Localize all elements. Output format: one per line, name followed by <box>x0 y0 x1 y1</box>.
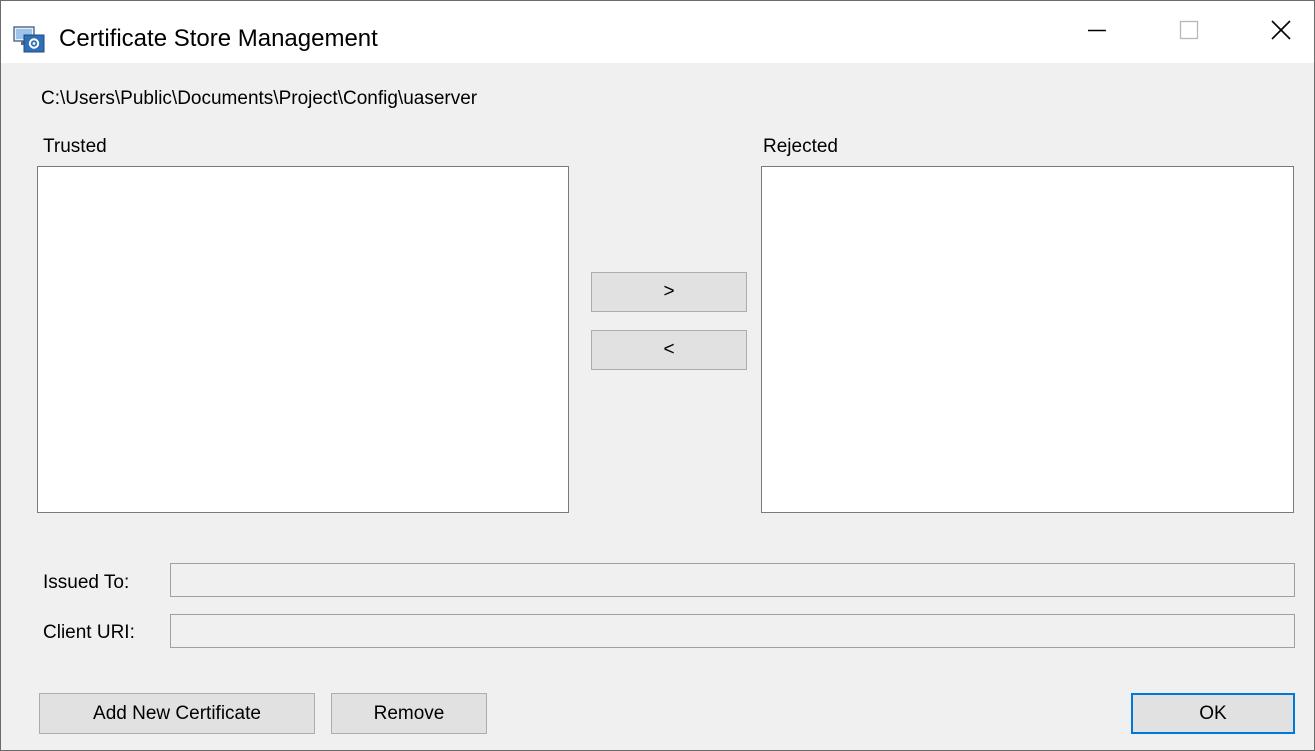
rejected-label: Rejected <box>763 136 838 157</box>
client-uri-label: Client URI: <box>43 622 135 643</box>
trusted-certificates-list[interactable] <box>37 166 569 513</box>
rejected-certificates-list[interactable] <box>761 166 1294 513</box>
minimize-icon <box>1087 20 1107 45</box>
ok-button[interactable]: OK <box>1131 693 1295 734</box>
store-path-label: C:\Users\Public\Documents\Project\Config… <box>41 88 478 109</box>
client-uri-field[interactable] <box>170 614 1295 648</box>
title-bar[interactable]: Certificate Store Management <box>1 1 1314 63</box>
maximize-icon <box>1179 20 1199 45</box>
remove-button[interactable]: Remove <box>331 693 487 734</box>
move-to-trusted-button[interactable]: < <box>591 330 747 370</box>
issued-to-field[interactable] <box>170 563 1295 597</box>
move-to-rejected-button[interactable]: > <box>591 272 747 312</box>
maximize-button[interactable] <box>1143 1 1235 63</box>
certificate-store-dialog: Certificate Store Management C:\Users\Pu… <box>0 0 1315 751</box>
close-button[interactable] <box>1235 1 1314 63</box>
trusted-label: Trusted <box>43 136 107 157</box>
issued-to-label: Issued To: <box>43 572 130 593</box>
add-new-certificate-button[interactable]: Add New Certificate <box>39 693 315 734</box>
window-title: Certificate Store Management <box>59 25 378 52</box>
certificate-store-app-icon <box>13 25 45 53</box>
close-icon <box>1270 19 1292 46</box>
minimize-button[interactable] <box>1051 1 1143 63</box>
